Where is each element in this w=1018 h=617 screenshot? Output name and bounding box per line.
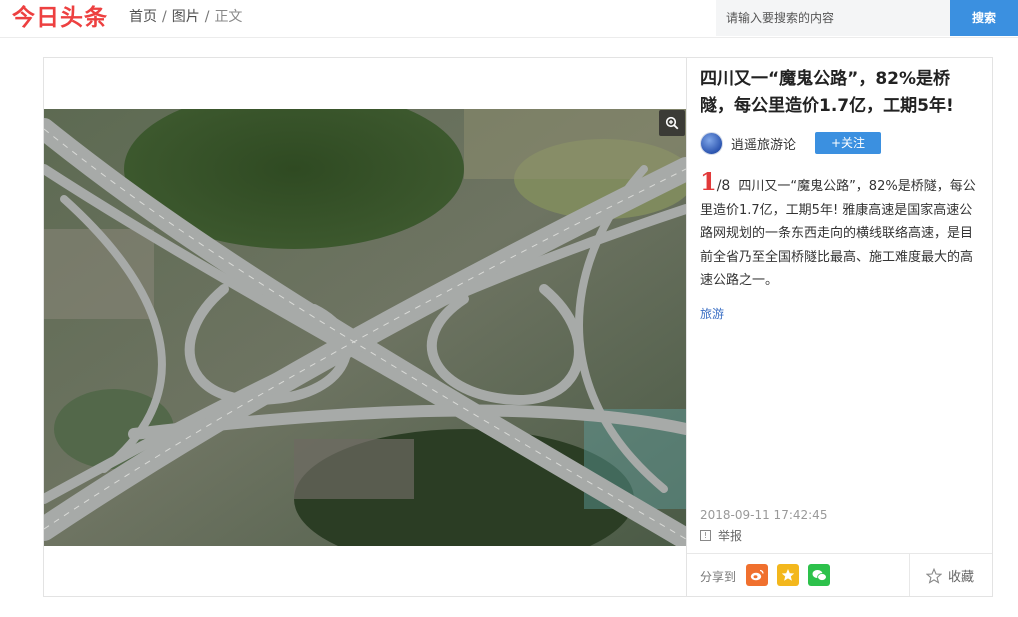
star-outline-icon — [926, 567, 942, 584]
favorite-label: 收藏 — [948, 570, 975, 585]
weibo-icon — [750, 569, 764, 581]
highway-interchange-image — [44, 109, 686, 546]
image-caption: 1/8 四川又一“魔鬼公路”，82%是桥隧，每公里造价1.7亿，工期5年! 雅康高… — [700, 170, 976, 293]
image-total: /8 — [716, 178, 731, 194]
breadcrumb-separator: / — [162, 9, 167, 25]
gallery-photo[interactable] — [44, 109, 686, 546]
breadcrumb: 首页 / 图片 / 正文 — [129, 8, 242, 26]
author-name[interactable]: 逍遥旅游论 — [731, 134, 796, 153]
zoom-in-icon — [665, 116, 679, 130]
share-label: 分享到 — [700, 570, 737, 584]
article-title: 四川又一“魔鬼公路”，82%是桥隧，每公里造价1.7亿，工期5年! — [700, 69, 954, 116]
favorite-button[interactable]: 收藏 — [926, 566, 974, 585]
divider — [909, 554, 910, 596]
share-weibo-button[interactable] — [746, 564, 768, 586]
category-tag[interactable]: 旅游 — [700, 305, 724, 322]
breadcrumb-current: 正文 — [214, 9, 243, 25]
follow-button[interactable]: +关注 — [815, 132, 881, 154]
breadcrumb-images[interactable]: 图片 — [172, 9, 200, 25]
author-block[interactable]: 逍遥旅游论 — [700, 130, 796, 156]
report-icon: ! — [700, 530, 711, 541]
breadcrumb-home[interactable]: 首页 — [129, 9, 157, 25]
search-input[interactable] — [716, 0, 950, 36]
breadcrumb-separator: / — [204, 9, 210, 25]
avatar[interactable] — [700, 131, 723, 155]
wechat-icon — [812, 569, 827, 581]
image-index: 1 — [700, 167, 717, 196]
site-logo[interactable]: 今日头条 — [12, 3, 108, 33]
share-qzone-button[interactable] — [777, 564, 799, 586]
search-button[interactable]: 搜索 — [950, 0, 1018, 36]
zoom-button[interactable] — [659, 110, 685, 136]
publish-date: 2018-09-11 17:42:45 — [700, 508, 828, 522]
report-label: 举报 — [718, 529, 743, 543]
caption-text: 四川又一“魔鬼公路”，82%是桥隧，每公里造价1.7亿，工期5年! 雅康高速是国… — [700, 179, 976, 288]
qzone-star-icon — [781, 569, 795, 581]
share-wechat-button[interactable] — [808, 564, 830, 586]
report-link[interactable]: ! 举报 — [700, 527, 742, 544]
